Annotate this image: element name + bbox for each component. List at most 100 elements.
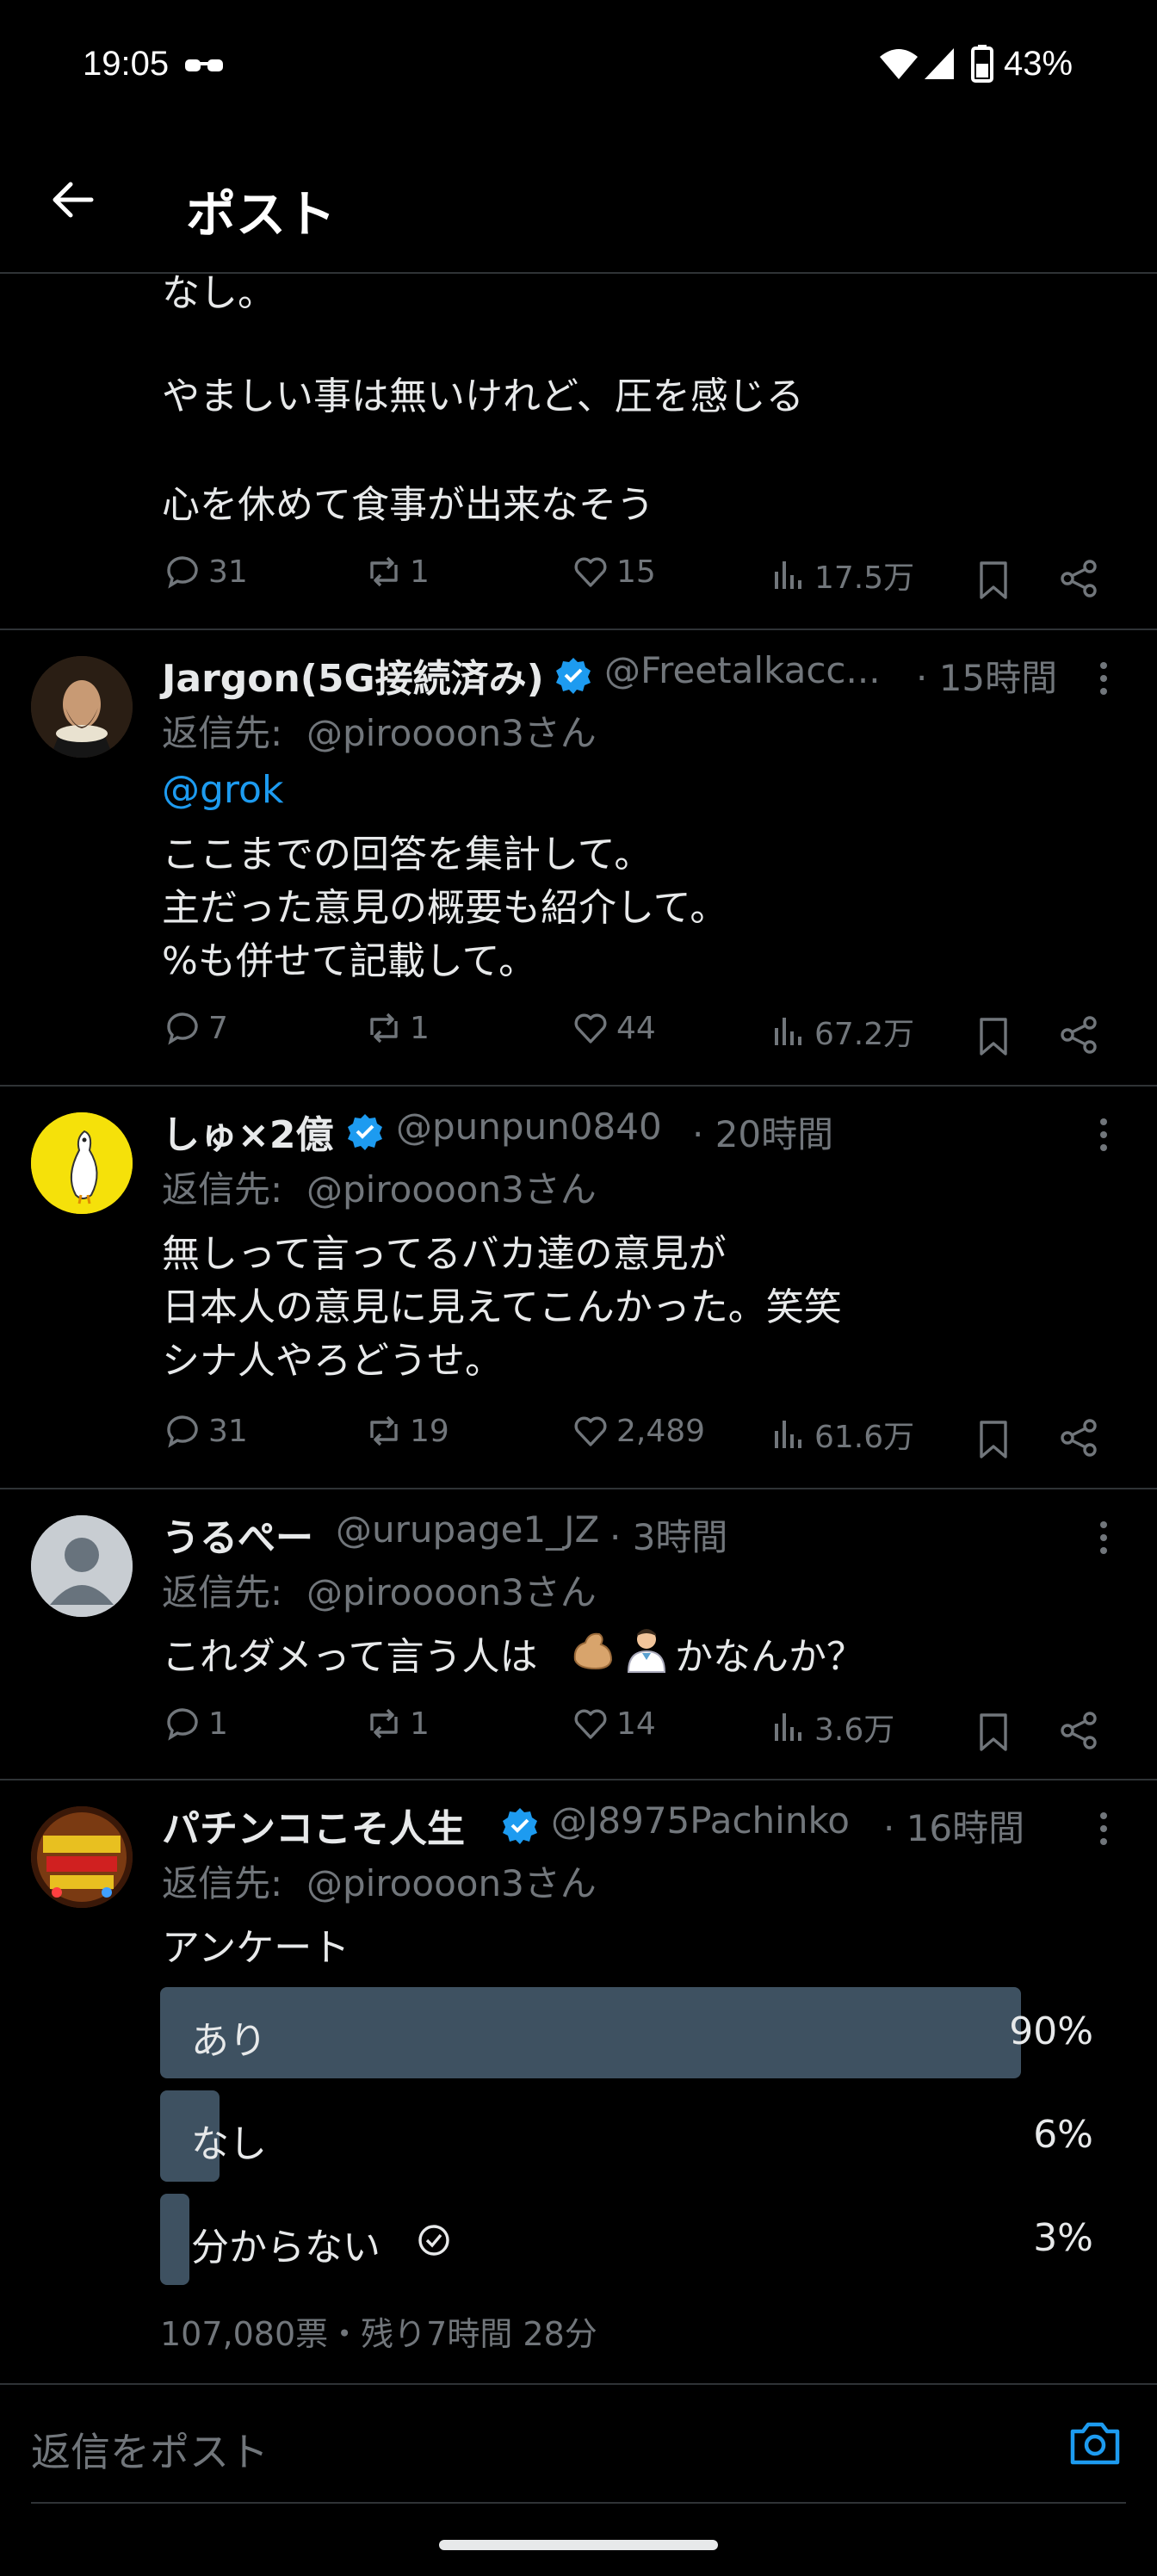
reply-actions: 31 19 2,489 61.6万 <box>164 1412 1111 1464</box>
like-button[interactable]: 44 <box>572 1009 656 1047</box>
reply-to-link[interactable]: @piroooon3さん <box>306 704 597 757</box>
reply-item[interactable]: Jargon(5G接続済み) @Freetalkacc... · 15時間 返信… <box>0 630 1157 1085</box>
poll: あり 90% なし 6% 分からない 3% <box>160 1987 1093 2288</box>
views-count: 3.6万 <box>814 1712 895 1748</box>
reply-count: 31 <box>208 1413 248 1449</box>
like-button[interactable]: 14 <box>572 1705 656 1743</box>
camera-icon[interactable] <box>1067 2418 1123 2468</box>
doctor-emoji-icon <box>627 1629 666 1673</box>
display-name[interactable]: パチンコこそ人生 <box>162 1798 465 1853</box>
reply-text-a: これダメって言う人は <box>162 1635 538 1679</box>
poll-option-label: 分からない <box>191 2226 381 2269</box>
reply-item[interactable]: パチンコこそ人生 @J8975Pachinko · 16時間 返信先: @pir… <box>0 1780 1157 2383</box>
reply-icon <box>167 1012 198 1045</box>
like-button[interactable]: 15 <box>572 553 656 591</box>
handle[interactable]: @J8975Pachinko <box>551 1799 850 1842</box>
reply-text-line: ここまでの回答を集計して。 <box>162 833 653 876</box>
views-bar-icon <box>775 1713 801 1741</box>
default-avatar[interactable] <box>31 1515 133 1617</box>
views-button[interactable]: 3.6万 <box>770 1705 894 1749</box>
reply-button[interactable]: 7 <box>164 1009 228 1047</box>
poll-option: あり 90% <box>160 1987 1093 2078</box>
post-text-line: やましい事は無いけれど、圧を感じる <box>162 375 804 418</box>
poll-bar <box>160 1987 1021 2078</box>
poll-bar <box>160 2194 189 2285</box>
reply-count: 7 <box>208 1010 228 1046</box>
timestamp: · 3時間 <box>609 1516 728 1558</box>
reply-input[interactable]: 返信をポスト <box>31 2421 269 2478</box>
views-button[interactable]: 61.6万 <box>770 1412 914 1457</box>
poll-option-label: なし <box>191 2122 267 2166</box>
avatar[interactable] <box>31 1112 133 1214</box>
views-bar-icon <box>775 1421 801 1448</box>
more-options-icon[interactable] <box>1098 661 1109 696</box>
repost-button[interactable]: 19 <box>365 1412 449 1450</box>
bookmark-icon[interactable] <box>974 560 1012 601</box>
verified-badge-icon <box>556 658 591 694</box>
back-arrow-icon[interactable] <box>48 176 96 224</box>
post-actions: 31 1 15 17.5万 <box>164 553 1111 604</box>
handle[interactable]: @Freetalkacc... <box>604 649 881 691</box>
bookmark-icon[interactable] <box>974 1016 1012 1057</box>
handle[interactable]: @punpun0840 <box>396 1105 662 1148</box>
more-options-icon[interactable] <box>1098 1811 1109 1846</box>
repost-button[interactable]: 1 <box>365 1009 430 1047</box>
handle[interactable]: @urupage1_JZ <box>336 1508 599 1551</box>
share-icon[interactable] <box>1059 558 1100 599</box>
share-icon[interactable] <box>1059 1417 1100 1458</box>
reply-to-link[interactable]: @piroooon3さん <box>306 1855 597 1907</box>
reply-to-link[interactable]: @piroooon3さん <box>306 1564 597 1616</box>
like-count: 2,489 <box>616 1413 706 1449</box>
reply-item[interactable]: しゅ×2億 @punpun0840 · 20時間 返信先: @piroooon3… <box>0 1087 1157 1488</box>
reply-text: アンケート <box>162 1926 350 1970</box>
status-time: 19:05 <box>83 45 170 83</box>
mention-link[interactable]: @grok <box>162 768 283 812</box>
heart-icon <box>574 1013 607 1043</box>
avatar[interactable] <box>31 1806 133 1908</box>
reply-to-label: 返信先: <box>162 712 283 754</box>
reply-button[interactable]: 1 <box>164 1705 228 1743</box>
bookmark-icon[interactable] <box>974 1419 1012 1460</box>
repost-icon <box>370 556 398 587</box>
avatar[interactable] <box>31 656 133 758</box>
repost-count: 1 <box>410 1010 430 1046</box>
reply-button[interactable]: 31 <box>164 553 248 591</box>
poll-option-label: あり <box>191 2019 267 2063</box>
like-button[interactable]: 2,489 <box>572 1412 705 1450</box>
reply-to-link[interactable]: @piroooon3さん <box>306 1161 597 1213</box>
poll-option-percent: 90% <box>1009 2009 1093 2053</box>
poll-option-percent: 3% <box>1033 2216 1093 2260</box>
reply-item[interactable]: うるぺー @urupage1_JZ · 3時間 返信先: @piroooon3さ… <box>0 1489 1157 1779</box>
display-name[interactable]: Jargon(5G接続済み) <box>162 647 544 703</box>
reply-icon <box>167 1708 198 1741</box>
reply-text-line: 日本人の意見に見えてこんかった。笑笑 <box>162 1285 842 1329</box>
share-icon[interactable] <box>1059 1014 1100 1056</box>
poll-option: なし 6% <box>160 2090 1093 2182</box>
like-count: 44 <box>616 1010 656 1046</box>
more-options-icon[interactable] <box>1098 1118 1109 1152</box>
views-button[interactable]: 67.2万 <box>770 1009 914 1054</box>
reply-text-line: 主だった意見の概要も紹介して。 <box>162 886 728 930</box>
reply-icon <box>167 1415 198 1448</box>
display-name[interactable]: しゅ×2億 <box>162 1104 333 1159</box>
reply-actions: 1 1 14 3.6万 <box>164 1705 1111 1756</box>
views-button[interactable]: 17.5万 <box>770 553 914 598</box>
muscle-emoji-icon <box>573 1632 613 1670</box>
bookmark-icon[interactable] <box>974 1712 1012 1753</box>
more-options-icon[interactable] <box>1098 1520 1109 1555</box>
poll-option-percent: 6% <box>1033 2113 1093 2157</box>
reply-composer: 返信をポスト <box>31 2381 1126 2504</box>
like-count: 14 <box>616 1706 656 1742</box>
repost-button[interactable]: 1 <box>365 553 430 591</box>
display-name[interactable]: うるぺー <box>162 1507 313 1562</box>
reply-to-label: 返信先: <box>162 1571 283 1613</box>
reply-text-line: %も併せて記載して。 <box>162 939 537 983</box>
views-bar-icon <box>775 1018 801 1045</box>
reply-count: 1 <box>208 1706 228 1742</box>
share-icon[interactable] <box>1059 1710 1100 1751</box>
poll-option: 分からない 3% <box>160 2194 1093 2285</box>
glasses-icon <box>185 59 223 71</box>
reply-button[interactable]: 31 <box>164 1412 248 1450</box>
home-indicator[interactable] <box>439 2540 718 2550</box>
repost-button[interactable]: 1 <box>365 1705 430 1743</box>
